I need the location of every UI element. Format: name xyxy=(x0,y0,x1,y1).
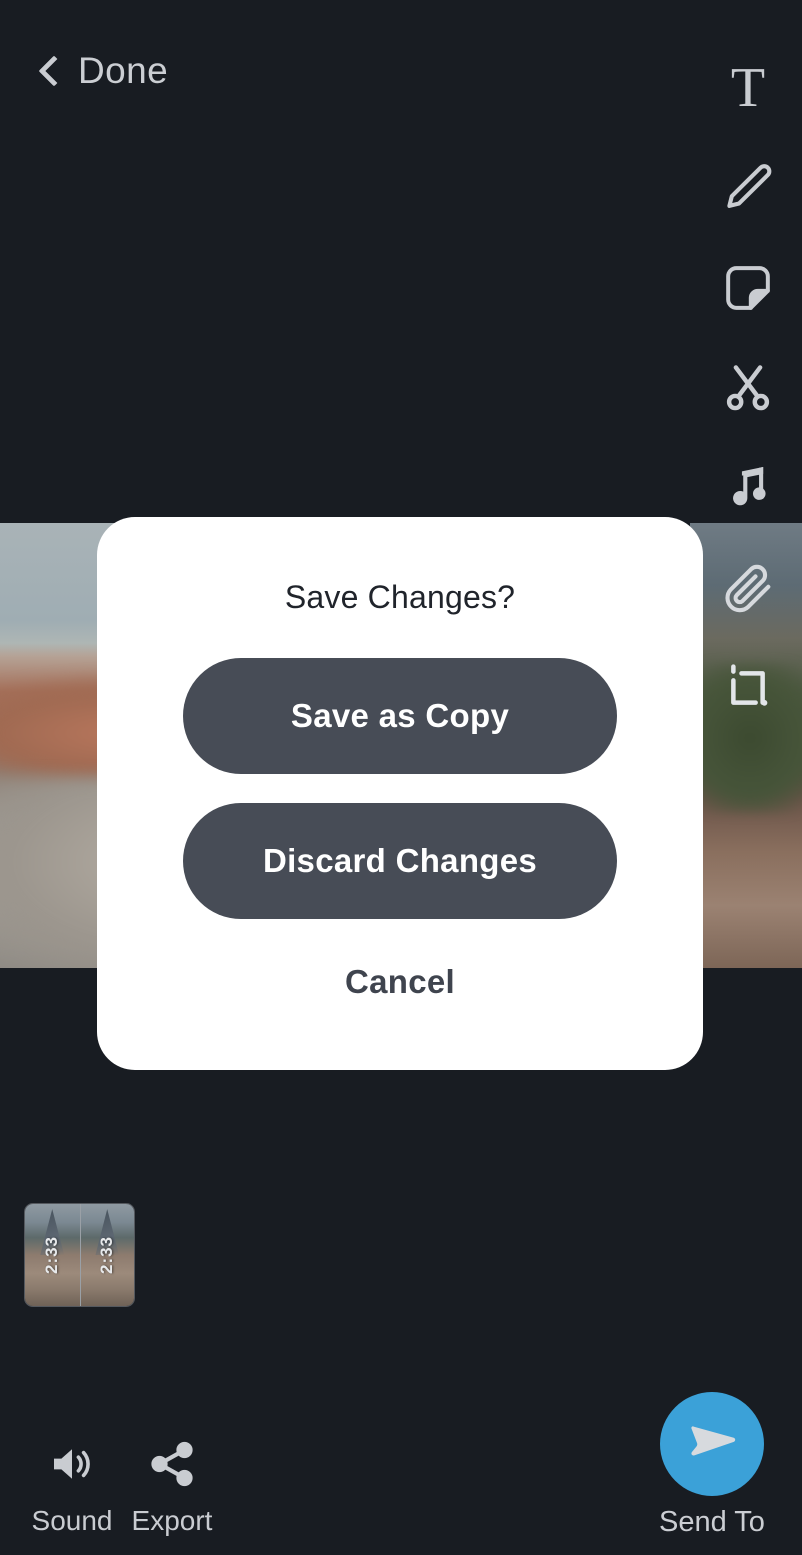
video-editor-screen: Done T Save Changes? Save as Copy Discar… xyxy=(0,0,802,1555)
export-button[interactable]: Export xyxy=(128,1436,216,1537)
draw-tool-button[interactable] xyxy=(694,138,802,238)
done-button[interactable]: Done xyxy=(36,50,168,92)
top-bar: Done xyxy=(0,0,802,160)
text-tool-button[interactable]: T xyxy=(694,38,802,138)
crop-tool-button[interactable] xyxy=(694,638,802,738)
sticker-tool-button[interactable] xyxy=(694,238,802,338)
text-icon: T xyxy=(730,57,766,119)
save-changes-dialog: Save Changes? Save as Copy Discard Chang… xyxy=(97,517,703,1070)
clip-duration: 2:33 xyxy=(97,1235,117,1275)
sticker-icon xyxy=(726,266,770,310)
discard-changes-button[interactable]: Discard Changes xyxy=(183,803,617,919)
send-to-circle xyxy=(660,1392,764,1496)
share-icon xyxy=(146,1436,198,1492)
clip-duration: 2:33 xyxy=(42,1235,62,1275)
send-to-label: Send To xyxy=(659,1506,765,1538)
attach-tool-button[interactable] xyxy=(694,538,802,638)
paperclip-icon xyxy=(725,564,771,613)
music-tool-button[interactable] xyxy=(694,438,802,538)
bottom-bar: Sound Export Send To xyxy=(0,1365,802,1555)
chevron-left-icon xyxy=(36,54,62,88)
timeline: 2:33 2:33 xyxy=(24,1203,135,1307)
dialog-title: Save Changes? xyxy=(284,579,516,615)
send-to-button[interactable]: Send To xyxy=(638,1392,786,1539)
clip-frame: 2:33 xyxy=(25,1204,80,1306)
music-note-icon xyxy=(733,466,766,506)
send-arrow-icon xyxy=(691,1426,736,1456)
export-label: Export xyxy=(131,1505,213,1536)
clip-frame: 2:33 xyxy=(79,1204,134,1306)
speaker-icon xyxy=(45,1436,99,1492)
save-as-copy-button[interactable]: Save as Copy xyxy=(183,658,617,774)
done-label: Done xyxy=(78,50,169,91)
trim-tool-button[interactable] xyxy=(694,338,802,438)
sound-label: Sound xyxy=(31,1505,113,1536)
sound-button[interactable]: Sound xyxy=(28,1436,116,1537)
scissors-icon xyxy=(726,365,770,411)
crop-icon xyxy=(731,664,768,706)
clip-thumbnail[interactable]: 2:33 2:33 xyxy=(24,1203,135,1307)
pencil-icon xyxy=(727,164,772,208)
cancel-button[interactable]: Cancel xyxy=(345,963,455,1001)
tool-rail: T xyxy=(694,38,802,738)
